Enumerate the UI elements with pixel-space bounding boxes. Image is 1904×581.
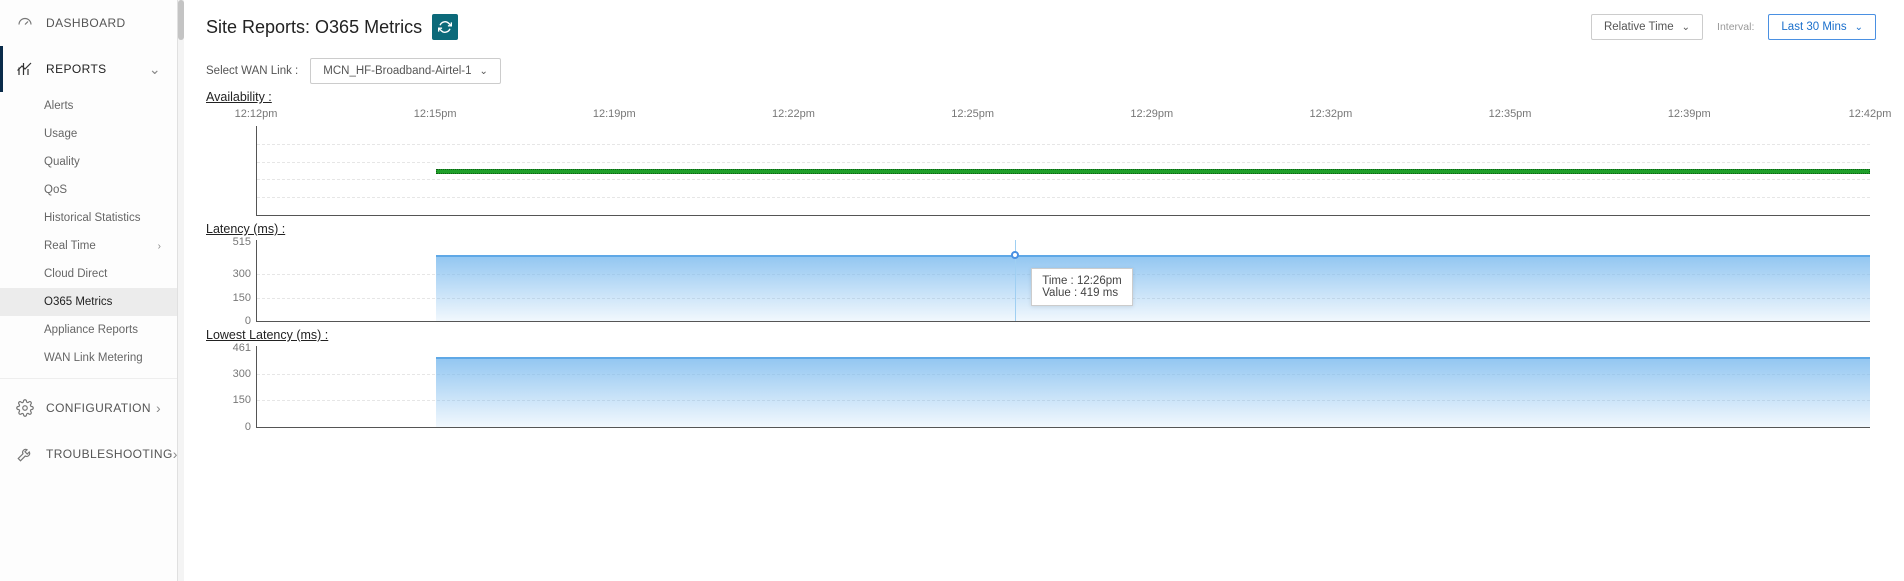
nav-label: CONFIGURATION [46, 401, 151, 415]
chart-lowest-latency: 461 300 150 0 [256, 346, 1870, 428]
section-title-latency: Latency (ms) : [206, 222, 1876, 236]
chevron-down-icon: ⌄ [149, 61, 161, 78]
subitem-cloud-direct[interactable]: Cloud Direct [0, 260, 177, 288]
nav-label: REPORTS [46, 62, 107, 76]
x-axis-labels: 12:12pm 12:15pm 12:19pm 12:22pm 12:25pm … [256, 108, 1870, 124]
sidebar: DASHBOARD REPORTS ⌄ Alerts Usage Quality… [0, 0, 178, 581]
subitem-alerts[interactable]: Alerts [0, 92, 177, 120]
interval-dropdown[interactable]: Last 30 Mins ⌄ [1768, 14, 1876, 40]
subitem-historical[interactable]: Historical Statistics [0, 204, 177, 232]
page-header: Site Reports: O365 Metrics Relative Time… [206, 14, 1876, 40]
wan-link-filter: Select WAN Link : MCN_HF-Broadband-Airte… [206, 58, 1876, 84]
refresh-button[interactable] [432, 14, 458, 40]
availability-line [436, 169, 1870, 174]
wan-link-dropdown[interactable]: MCN_HF-Broadband-Airtel-1 ⌄ [310, 58, 501, 84]
subitem-usage[interactable]: Usage [0, 120, 177, 148]
reports-submenu: Alerts Usage Quality QoS Historical Stat… [0, 92, 177, 372]
chart-plot[interactable] [256, 126, 1870, 216]
nav-reports[interactable]: REPORTS ⌄ [0, 46, 177, 92]
latency-area [436, 255, 1870, 321]
chart-availability: 12:12pm 12:15pm 12:19pm 12:22pm 12:25pm … [256, 108, 1870, 216]
refresh-icon [438, 20, 452, 34]
chart-plot[interactable]: 461 300 150 0 [256, 346, 1870, 428]
nav-label: TROUBLESHOOTING [46, 447, 173, 461]
lowest-latency-area [436, 357, 1870, 427]
interval-label: Interval: [1717, 21, 1754, 33]
subitem-wan-link-metering[interactable]: WAN Link Metering [0, 344, 177, 372]
filter-label: Select WAN Link : [206, 65, 298, 77]
nav-configuration[interactable]: CONFIGURATION › [0, 385, 177, 431]
subitem-qos[interactable]: QoS [0, 176, 177, 204]
wrench-icon [16, 445, 34, 463]
chart-latency: 515 300 150 0 Time : 12:26pm Value : 419… [256, 240, 1870, 322]
chevron-down-icon: ⌄ [1855, 22, 1863, 33]
chevron-down-icon: ⌄ [1682, 22, 1690, 33]
main-content: Site Reports: O365 Metrics Relative Time… [178, 0, 1904, 581]
section-title-availability: Availability : [206, 90, 1876, 104]
chart-up-icon [16, 60, 34, 78]
subitem-appliance-reports[interactable]: Appliance Reports [0, 316, 177, 344]
chevron-right-icon: › [173, 446, 178, 462]
chevron-right-icon: › [156, 400, 161, 416]
gauge-icon [16, 14, 34, 32]
divider [0, 378, 177, 379]
chevron-right-icon: › [158, 241, 161, 252]
nav-label: DASHBOARD [46, 16, 126, 30]
subitem-quality[interactable]: Quality [0, 148, 177, 176]
chart-tooltip: Time : 12:26pm Value : 419 ms [1031, 268, 1132, 306]
chevron-down-icon: ⌄ [480, 66, 488, 77]
subitem-o365-metrics[interactable]: O365 Metrics [0, 288, 177, 316]
section-title-lowest-latency: Lowest Latency (ms) : [206, 328, 1876, 342]
nav-troubleshooting[interactable]: TROUBLESHOOTING › [0, 431, 177, 477]
subitem-realtime[interactable]: Real Time › [0, 232, 177, 260]
chart-plot[interactable]: 515 300 150 0 Time : 12:26pm Value : 419… [256, 240, 1870, 322]
nav-dashboard[interactable]: DASHBOARD [0, 0, 177, 46]
header-controls: Relative Time ⌄ Interval: Last 30 Mins ⌄ [1591, 14, 1876, 40]
hover-point [1011, 251, 1019, 259]
gear-icon [16, 399, 34, 417]
page-title: Site Reports: O365 Metrics [206, 17, 422, 38]
relative-time-dropdown[interactable]: Relative Time ⌄ [1591, 14, 1703, 40]
